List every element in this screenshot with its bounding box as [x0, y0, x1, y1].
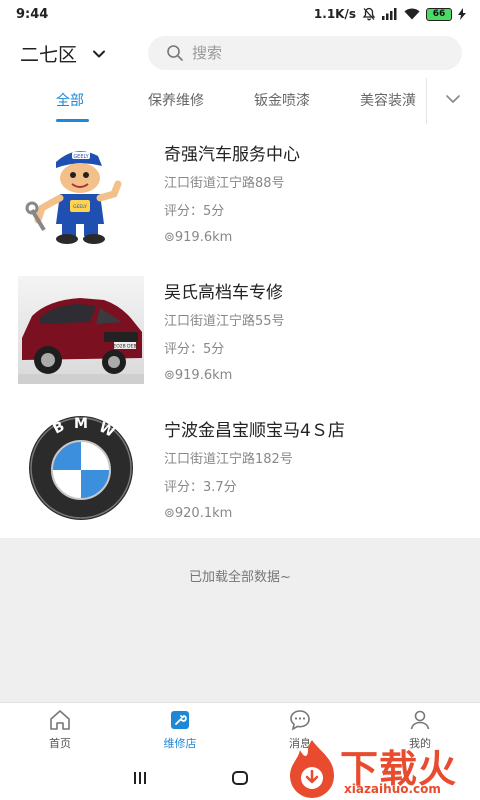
chat-icon [290, 710, 310, 731]
chevron-down-icon [93, 50, 106, 57]
district-selector[interactable]: 二七区 [20, 40, 107, 67]
mute-icon [362, 7, 376, 21]
tab-divider [426, 78, 427, 124]
tab-all[interactable]: 全部 [56, 90, 84, 110]
network-speed: 1.1K/s [313, 7, 356, 21]
nav-shops[interactable]: 维修店 [120, 708, 240, 751]
status-bar: 9:44 1.1K/s 66 [0, 0, 480, 28]
shop-thumbnail: B M W [18, 414, 144, 522]
district-label: 二七区 [20, 44, 78, 66]
shop-address: 江口街道江宁路55号 [164, 314, 285, 329]
all-loaded-text: 已加载全部数据~ [189, 570, 291, 585]
fire-logo-icon [290, 740, 334, 798]
search-bar[interactable] [148, 36, 462, 70]
shop-item[interactable]: GEELY GEELY 奇强汽车服务中心 江口街道江宁路88号 评分：5分 ⊚9… [0, 126, 480, 264]
battery-icon: 66 [426, 7, 452, 21]
active-tab-indicator [56, 119, 89, 122]
shop-item[interactable]: EO2B DEB 吴氏高档车专修 江口街道江宁路55号 评分：5分 ⊚919.6… [0, 264, 480, 402]
recents-icon[interactable] [130, 768, 150, 788]
home-button-icon[interactable] [230, 768, 250, 788]
shop-score: 评分：5分 [164, 204, 225, 219]
user-icon [410, 710, 430, 730]
shop-thumbnail: EO2B DEB [18, 276, 144, 384]
shop-distance: ⊚920.1km [164, 506, 233, 521]
shop-icon [171, 711, 189, 729]
bmw-logo-image: B M W [18, 414, 144, 522]
tab-detailing[interactable]: 美容装潢 [360, 90, 416, 110]
shop-distance: ⊚919.6km [164, 368, 233, 383]
status-time: 9:44 [16, 6, 49, 22]
search-input[interactable] [192, 44, 432, 62]
nav-home[interactable]: 首页 [0, 708, 120, 751]
shop-score: 评分：5分 [164, 342, 225, 357]
shop-distance: ⊚919.6km [164, 230, 233, 245]
shop-score: 评分：3.7分 [164, 480, 237, 495]
svg-text:M: M [74, 416, 88, 432]
shop-name: 奇强汽车服务中心 [164, 145, 300, 165]
nav-shops-label: 维修店 [163, 737, 197, 750]
search-icon [167, 45, 183, 61]
watermark-subtitle: xiazaihuo.com [344, 782, 441, 796]
tab-bodywork[interactable]: 钣金喷漆 [254, 90, 310, 110]
svg-text:GEELY: GEELY [73, 204, 87, 210]
nav-home-label: 首页 [49, 737, 71, 750]
svg-text:GEELY: GEELY [73, 154, 89, 160]
category-tabs: 全部 保养维修 钣金喷漆 美容装潢 [0, 78, 480, 124]
red-suv-image: EO2B DEB [18, 276, 144, 384]
shop-thumbnail: GEELY GEELY [18, 138, 144, 246]
tab-maintenance[interactable]: 保养维修 [148, 90, 204, 110]
shop-name: 宁波金昌宝顺宝马4Ｓ店 [164, 421, 345, 441]
charging-icon [458, 8, 466, 20]
status-icons: 1.1K/s 66 [314, 7, 466, 21]
shop-address: 江口街道江宁路182号 [164, 452, 293, 467]
mechanic-mascot-image: GEELY GEELY [18, 138, 144, 246]
svg-text:EO2B DEB: EO2B DEB [113, 344, 136, 350]
shop-item[interactable]: B M W 宁波金昌宝顺宝马4Ｓ店 江口街道江宁路182号 评分：3.7分 ⊚9… [0, 402, 480, 540]
wifi-icon [404, 8, 420, 20]
shop-address: 江口街道江宁路88号 [164, 176, 285, 191]
header: 二七区 [0, 32, 480, 74]
shop-name: 吴氏高档车专修 [164, 283, 283, 303]
watermark: 下载火 xiazaihuo.com [282, 738, 480, 800]
list-end-area: 已加载全部数据~ [0, 538, 480, 702]
home-icon [50, 710, 70, 730]
expand-tabs-icon[interactable] [442, 88, 464, 110]
signal-icon [382, 8, 397, 20]
